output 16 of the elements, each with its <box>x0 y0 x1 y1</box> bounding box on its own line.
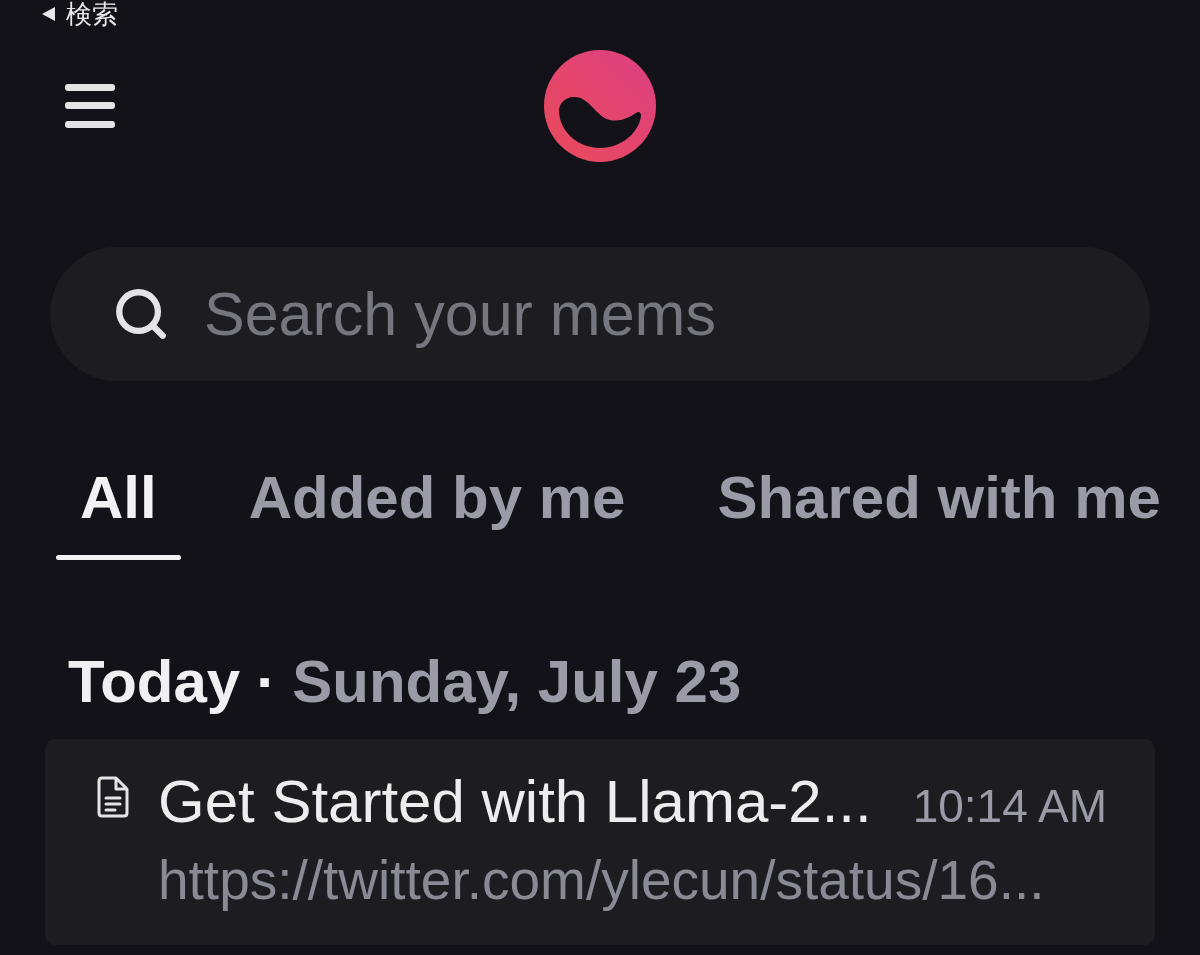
mem-card[interactable]: Get Started with Llama-2... 10:14 AM https://twitter.com/ylecun/status/16... <box>45 739 1155 945</box>
mem-time: 10:14 AM <box>912 779 1107 834</box>
mem-url: https://twitter.com/ylecun/status/16... <box>158 850 1046 910</box>
document-icon <box>97 776 129 818</box>
separator-dot: · <box>256 648 277 716</box>
back-link[interactable]: 検索 <box>66 0 118 28</box>
menu-icon[interactable] <box>65 84 115 128</box>
tab[interactable]: Added by me <box>224 462 650 560</box>
mem-title: Get Started with Llama-2... <box>158 770 872 834</box>
back-triangle-icon[interactable] <box>40 6 56 22</box>
day-heading: Today <box>68 648 241 716</box>
search-field[interactable]: Search your mems <box>50 247 1150 381</box>
date-heading: Sunday, July 23 <box>292 648 742 716</box>
tab[interactable]: Shared with me <box>693 462 1185 560</box>
tab[interactable]: All <box>56 462 181 560</box>
logo-icon <box>544 50 656 162</box>
